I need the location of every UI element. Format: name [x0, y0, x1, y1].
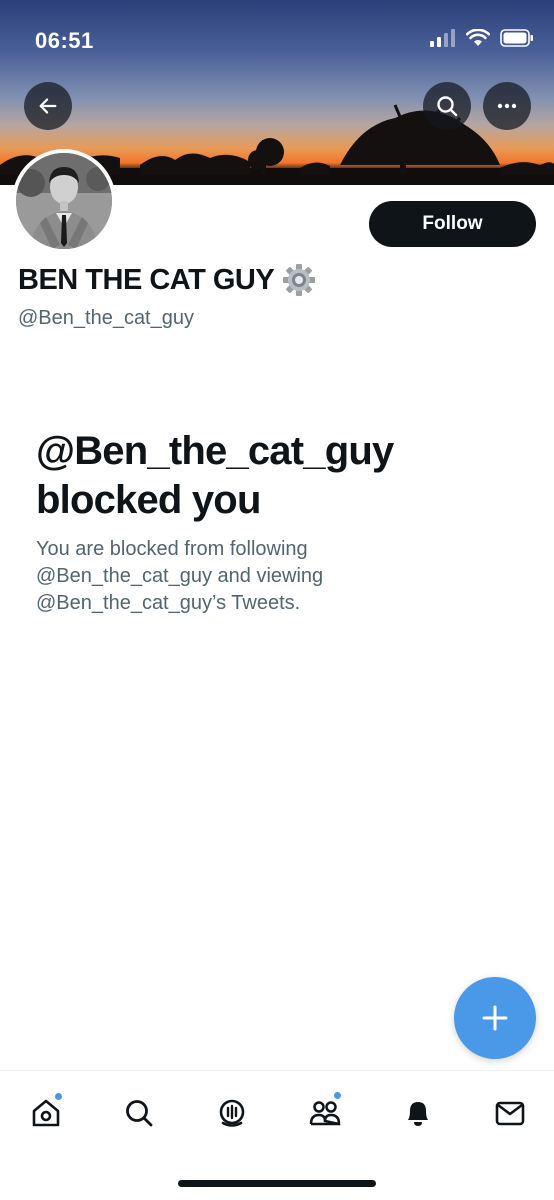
blocked-description: You are blocked from following @Ben_the_… — [36, 536, 516, 617]
tab-messages[interactable] — [490, 1093, 530, 1133]
person-photo — [16, 153, 112, 249]
search-icon — [437, 96, 458, 117]
blocked-title-text: blocked you — [36, 478, 261, 522]
follow-button[interactable]: Follow — [369, 201, 536, 247]
avatar-photo — [16, 153, 112, 249]
tab-spaces[interactable] — [212, 1093, 252, 1133]
notification-dot — [54, 1092, 63, 1101]
search-button[interactable] — [423, 82, 471, 130]
profile-handle: @Ben_the_cat_guy — [18, 307, 194, 329]
profile-display-name-row: BEN THE CAT GUY — [18, 263, 316, 297]
display-name: BEN THE CAT GUY — [18, 263, 275, 296]
bell-icon — [408, 1102, 428, 1126]
compose-tweet-button[interactable] — [454, 977, 536, 1059]
blocked-desc-line: You are blocked from following — [36, 538, 308, 560]
tab-communities[interactable] — [305, 1091, 345, 1133]
blocked-desc-line: @Ben_the_cat_guy and viewing — [36, 565, 324, 587]
more-horizontal-icon — [497, 103, 517, 109]
blocked-desc-line: @Ben_the_cat_guy’s Tweets. — [36, 592, 301, 614]
more-button[interactable] — [483, 82, 531, 130]
tab-home[interactable] — [26, 1092, 66, 1133]
notification-dot — [333, 1091, 342, 1100]
gear-badge-icon — [283, 264, 316, 296]
blocked-title-handle: @Ben_the_cat_guy — [36, 429, 394, 473]
plus-icon — [482, 1005, 508, 1031]
home-icon — [32, 1099, 60, 1127]
blocked-title: @Ben_the_cat_guy blocked you — [36, 427, 516, 525]
battery-icon — [500, 29, 533, 47]
back-button[interactable] — [24, 82, 72, 130]
signal-icon — [430, 29, 455, 47]
communities-icon — [309, 1101, 341, 1126]
tab-notifications[interactable] — [398, 1093, 438, 1133]
mail-icon — [495, 1101, 525, 1126]
avatar[interactable] — [12, 149, 116, 253]
arrow-left-icon — [39, 98, 57, 114]
spaces-icon — [219, 1099, 245, 1127]
search-icon — [126, 1100, 153, 1127]
home-indicator[interactable] — [178, 1180, 376, 1187]
tab-search[interactable] — [119, 1093, 159, 1133]
wifi-icon — [466, 29, 490, 46]
status-time: 06:51 — [35, 28, 94, 53]
status-bar: 06:51 — [0, 0, 554, 80]
status-icons — [430, 29, 534, 47]
